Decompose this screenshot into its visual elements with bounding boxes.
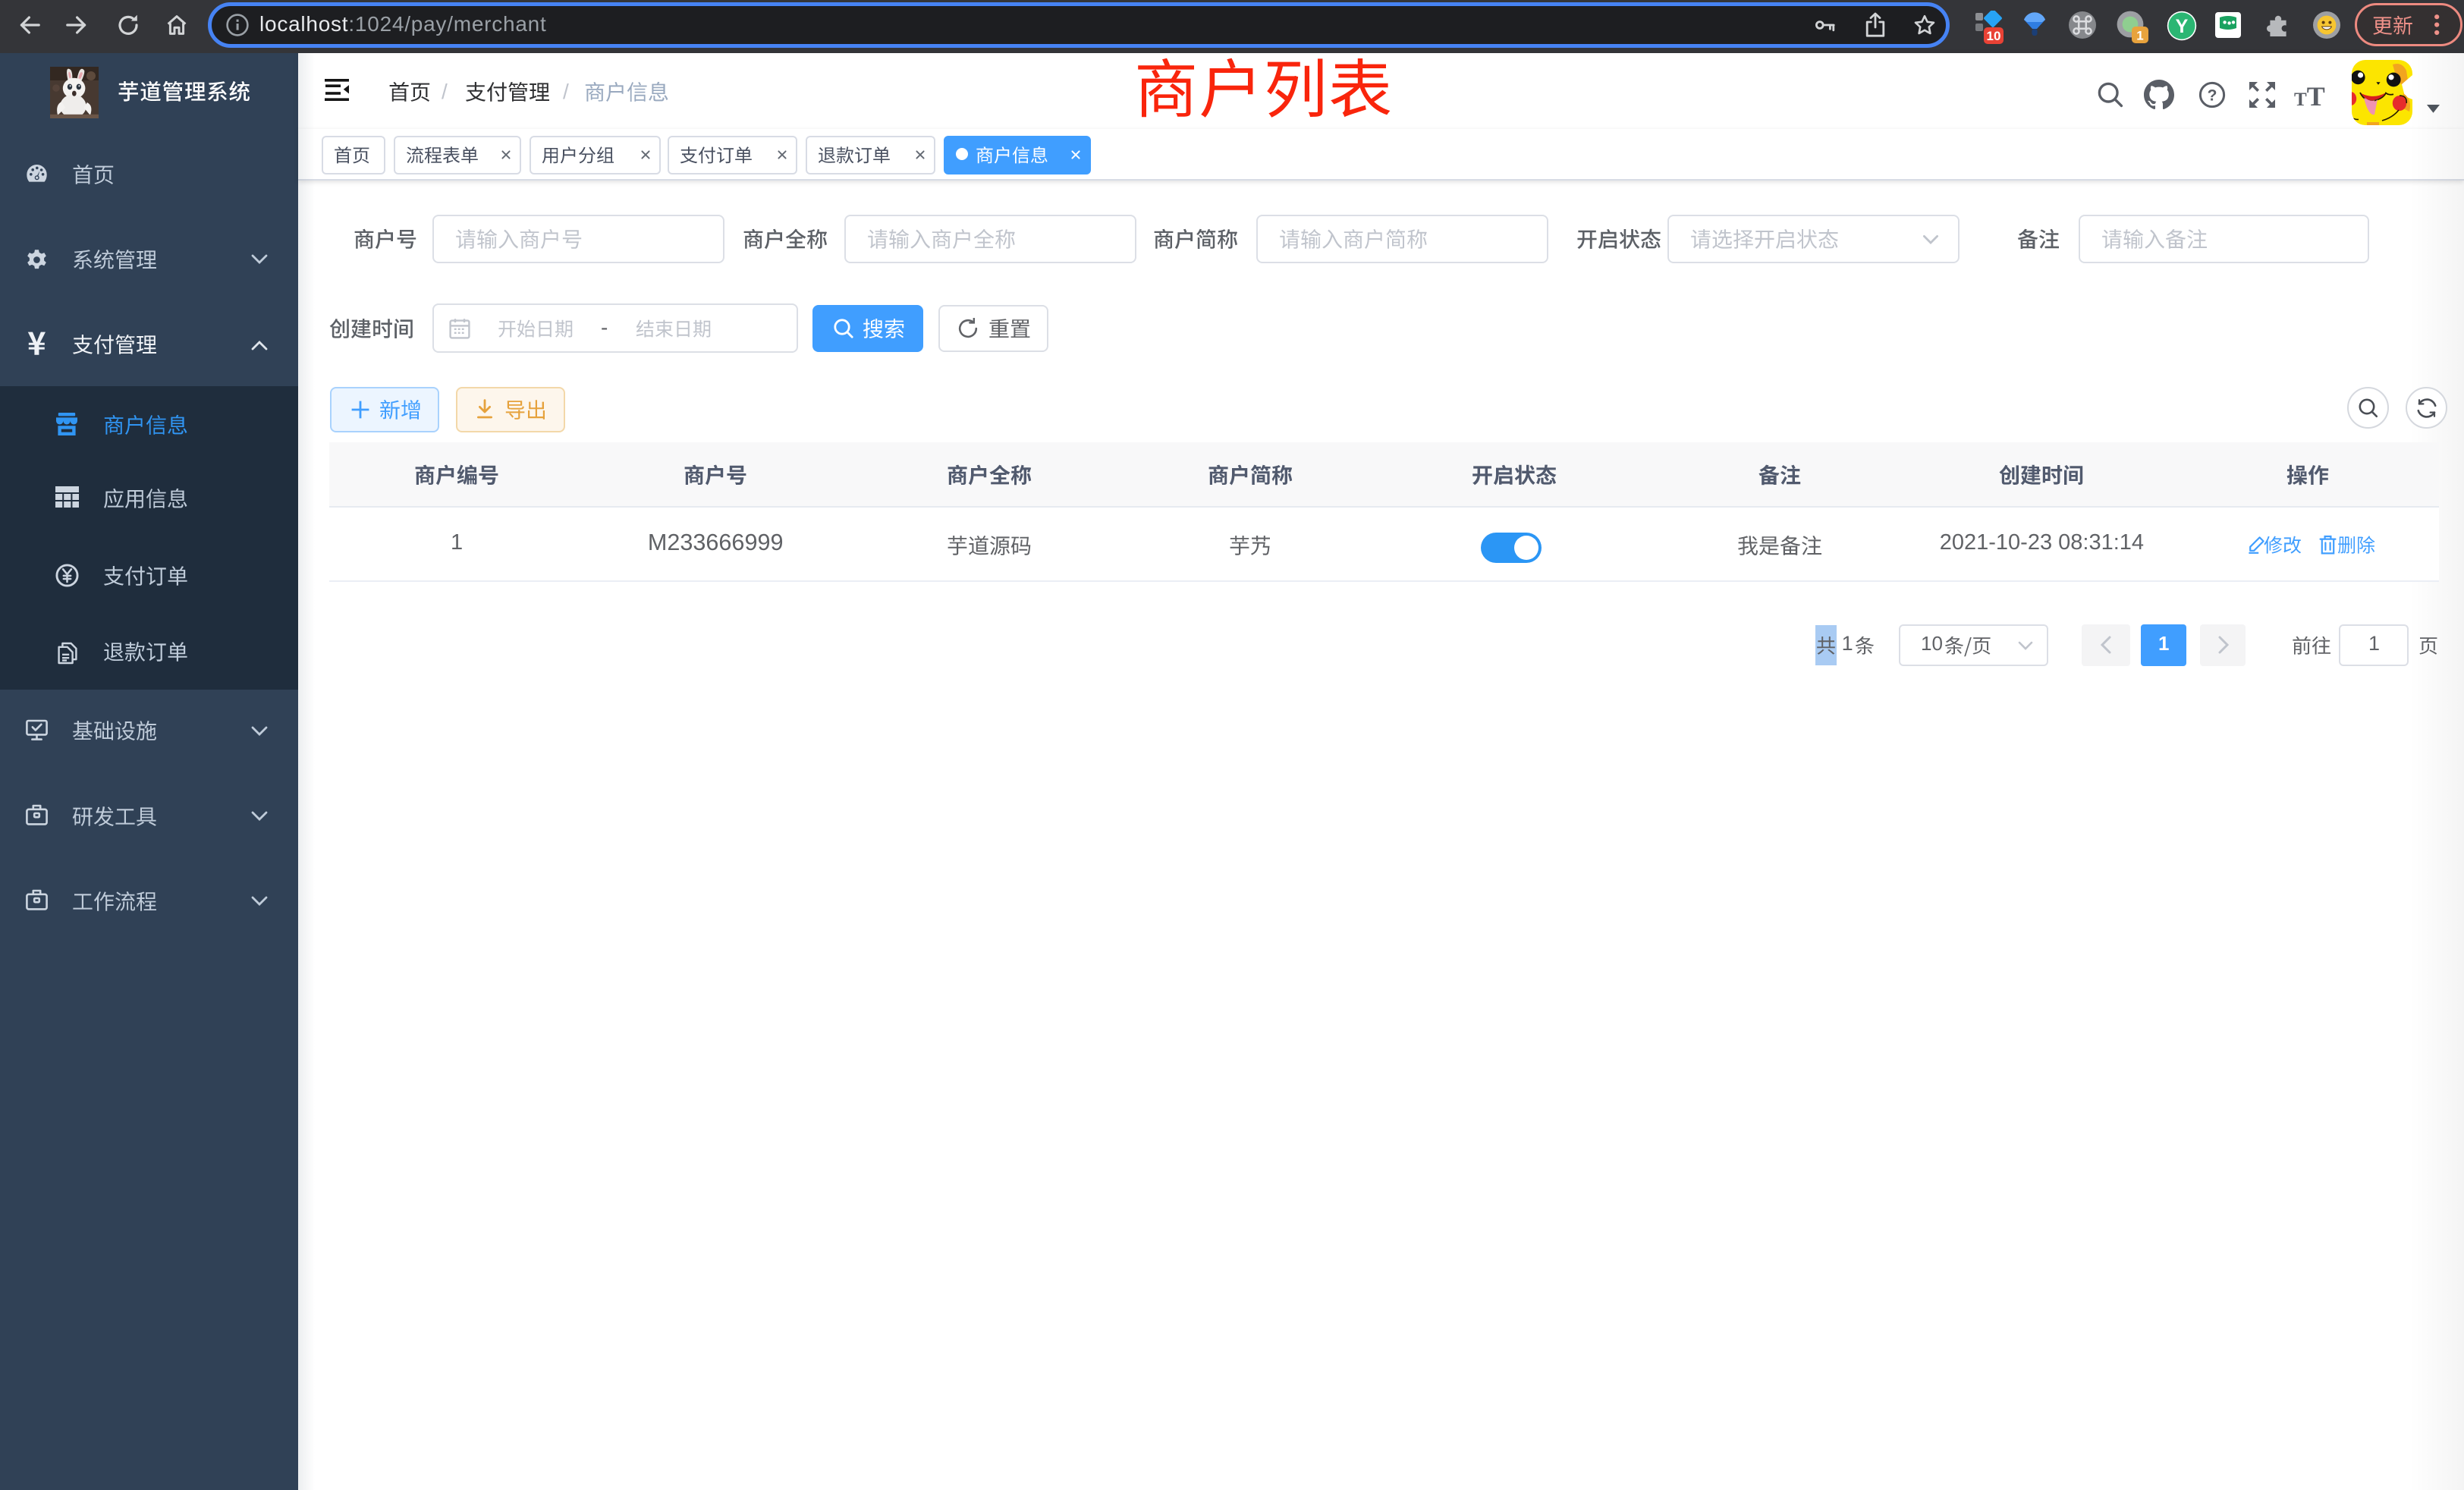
svg-text:1: 1 xyxy=(2136,29,2143,43)
svg-text:Y: Y xyxy=(2176,16,2189,37)
svg-text:10: 10 xyxy=(1987,29,2001,43)
svg-text:?: ? xyxy=(2208,87,2217,105)
